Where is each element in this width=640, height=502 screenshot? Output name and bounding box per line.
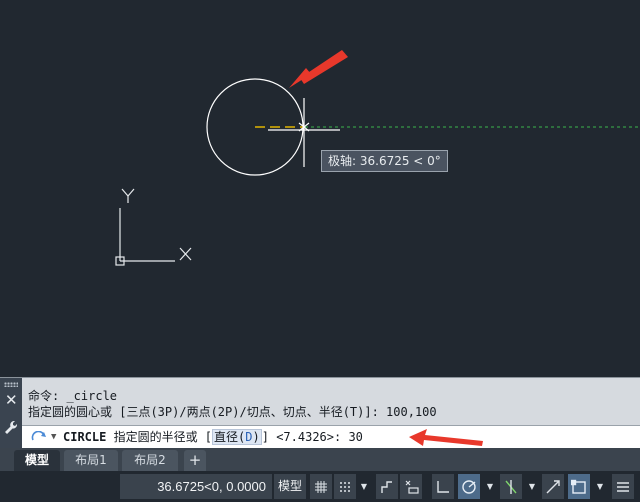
- model-space-button[interactable]: 模型: [274, 474, 306, 499]
- selection-cycling-button[interactable]: [568, 474, 590, 499]
- drawing-canvas[interactable]: [0, 0, 640, 377]
- command-input-value[interactable]: 30: [348, 430, 362, 444]
- layout-tab-bar: 模型 布局1 布局2 +: [0, 448, 640, 471]
- customization-menu-button[interactable]: [612, 474, 634, 499]
- history-line: 指定圆的圆心或 [三点(3P)/两点(2P)/切点、切点、半径(T)]: 100…: [28, 405, 437, 419]
- diameter-option[interactable]: 直径(D): [212, 429, 262, 445]
- polar-tooltip: 极轴: 36.6725 < 0°: [321, 150, 448, 172]
- chevron-down-icon[interactable]: ▼: [594, 474, 606, 499]
- dynamic-input-icon: [405, 480, 419, 494]
- command-input[interactable]: ▼ CIRCLE 指定圆的半径或 [直径(D)] <7.4326>: 30: [22, 425, 640, 449]
- command-grip[interactable]: ✕: [0, 378, 22, 449]
- menu-icon: [617, 481, 629, 492]
- lineweight-button[interactable]: [542, 474, 564, 499]
- infer-constraints-button[interactable]: [376, 474, 398, 499]
- polar-tracking-button[interactable]: [458, 474, 480, 499]
- selection-cycling-icon: [571, 479, 586, 494]
- chevron-down-icon[interactable]: ▼: [358, 474, 370, 499]
- status-bar: 36.6725<0, 0.0000 模型 ▼ ▼ ▼ ▼: [0, 471, 640, 502]
- object-snap-tracking-icon: [505, 479, 517, 494]
- drawing-area[interactable]: 极轴: 36.6725 < 0°: [0, 0, 640, 377]
- ucs-icon: [115, 188, 192, 266]
- command-line-panel: ✕ 命令: _circle 指定圆的圆心或 [三点(3P)/两点(2P)/切点、…: [0, 377, 640, 449]
- tab-layout1[interactable]: 布局1: [64, 450, 118, 471]
- command-name: CIRCLE: [63, 430, 107, 444]
- close-icon[interactable]: ✕: [5, 392, 18, 408]
- polar-tracking-icon: [462, 479, 476, 494]
- annotation-arrow-icon: [289, 50, 348, 88]
- infer-constraints-icon: [381, 480, 392, 493]
- object-snap-tracking-button[interactable]: [500, 474, 522, 499]
- dynamic-input-button[interactable]: [400, 474, 422, 499]
- command-prompt-text[interactable]: CIRCLE 指定圆的半径或 [直径(D)] <7.4326>: 30: [63, 426, 363, 448]
- tab-layout2[interactable]: 布局2: [122, 450, 178, 471]
- history-line: 命令: _circle: [28, 389, 118, 403]
- chevron-down-icon[interactable]: ▼: [484, 474, 496, 499]
- chevron-down-icon[interactable]: ▼: [51, 426, 56, 448]
- drag-handle-icon[interactable]: [4, 382, 18, 387]
- grid-button[interactable]: [310, 474, 332, 499]
- add-layout-button[interactable]: +: [184, 450, 206, 471]
- tab-model[interactable]: 模型: [14, 450, 60, 471]
- grid-icon: [315, 480, 327, 493]
- snap-button[interactable]: [334, 474, 356, 499]
- ortho-icon: [437, 480, 449, 493]
- command-history: 命令: _circle 指定圆的圆心或 [三点(3P)/两点(2P)/切点、切点…: [22, 378, 640, 425]
- command-prompt-icon[interactable]: [31, 431, 47, 443]
- snap-grid-icon: [340, 481, 350, 492]
- wrench-icon[interactable]: [4, 420, 18, 436]
- coordinates-readout[interactable]: 36.6725<0, 0.0000: [120, 474, 272, 499]
- annotation-arrow-icon: [409, 429, 483, 446]
- ortho-button[interactable]: [432, 474, 454, 499]
- chevron-down-icon[interactable]: ▼: [526, 474, 538, 499]
- lineweight-icon: [546, 479, 560, 493]
